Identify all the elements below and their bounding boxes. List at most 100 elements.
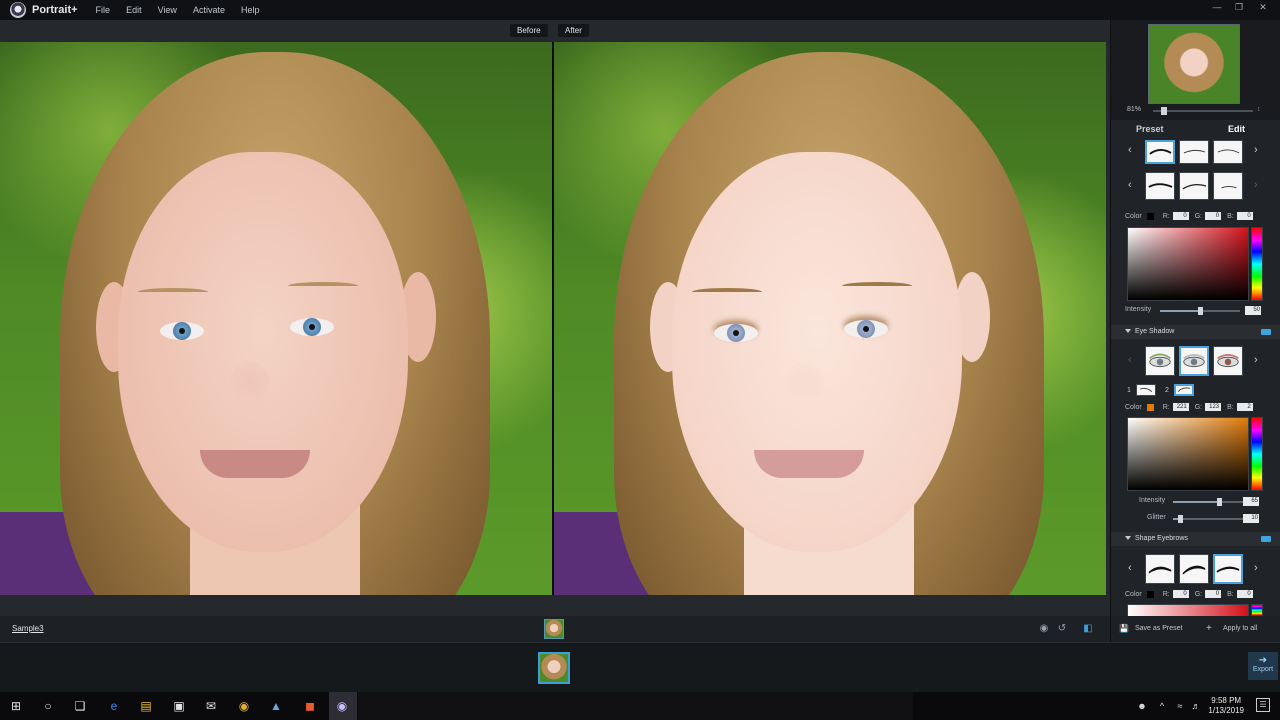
eye-shadow-color-chip[interactable] bbox=[1146, 403, 1154, 411]
eye-shadow-r-input[interactable]: 221 bbox=[1172, 403, 1189, 411]
search-icon[interactable]: ○ bbox=[40, 698, 56, 714]
save-as-preset-button[interactable]: Save as Preset bbox=[1135, 625, 1182, 632]
shape-eyebrows-color-picker[interactable] bbox=[1127, 604, 1249, 616]
eye-shadow-g-input[interactable]: 123 bbox=[1205, 403, 1222, 411]
shape-eyebrows-toggle[interactable] bbox=[1261, 536, 1271, 542]
shape-eyebrows-b-input[interactable]: 0 bbox=[1236, 590, 1253, 598]
wifi-icon[interactable]: ≈ bbox=[1172, 698, 1188, 714]
eye-shadow-intensity-slider[interactable] bbox=[1173, 498, 1243, 506]
eye-shadow-intensity-handle[interactable] bbox=[1216, 498, 1222, 506]
export-button[interactable]: ➜ Export bbox=[1248, 652, 1278, 680]
eye-shadow-intensity-row: Intensity 65 bbox=[1139, 497, 1259, 506]
chevron-left-icon[interactable]: ‹ bbox=[1128, 144, 1132, 156]
eye-shadow-preset-2[interactable] bbox=[1179, 346, 1209, 376]
edge-browser-icon[interactable]: e bbox=[106, 698, 122, 714]
apply-to-all-button[interactable]: Apply to all bbox=[1223, 625, 1257, 632]
eyebrow-preset-6[interactable] bbox=[1213, 172, 1243, 200]
eyebrow-preset-2[interactable] bbox=[1179, 140, 1209, 164]
eyebrow-b-input[interactable]: 0 bbox=[1236, 212, 1253, 220]
eye-shadow-preset-1[interactable] bbox=[1145, 346, 1175, 376]
glitter-value[interactable]: 10 bbox=[1243, 514, 1259, 523]
shape-eyebrow-preset-3[interactable] bbox=[1213, 554, 1243, 584]
restore-icon[interactable]: ❐ bbox=[1228, 0, 1250, 14]
eyebrow-intensity-slider[interactable] bbox=[1160, 307, 1240, 315]
eye-shadow-color-picker[interactable] bbox=[1127, 417, 1249, 491]
store-icon[interactable]: ▣ bbox=[171, 698, 187, 714]
current-thumbnail[interactable] bbox=[544, 619, 564, 639]
eyebrow-g-input[interactable]: 0 bbox=[1205, 212, 1222, 220]
task-view-icon[interactable]: ❏ bbox=[72, 698, 88, 714]
eye-shadow-layer-2[interactable] bbox=[1174, 384, 1194, 396]
eye-shadow-intensity-value[interactable]: 65 bbox=[1243, 497, 1259, 506]
zoom-slider[interactable] bbox=[1153, 107, 1253, 115]
eye-shadow-hue-slider[interactable] bbox=[1251, 417, 1263, 491]
app-icon[interactable]: ▲ bbox=[268, 698, 284, 714]
eyebrow-hue-slider[interactable] bbox=[1251, 227, 1263, 301]
filmstrip-thumbnail[interactable] bbox=[538, 652, 570, 684]
before-label[interactable]: Before bbox=[510, 24, 548, 37]
tray-expand-icon[interactable]: ^ bbox=[1154, 698, 1170, 714]
shape-eyebrow-preset-1[interactable] bbox=[1145, 554, 1175, 584]
sample-name-link[interactable]: Sample3 bbox=[12, 624, 44, 633]
notification-icon[interactable]: ☰ bbox=[1256, 698, 1270, 712]
eye-shadow-b-input[interactable]: 2 bbox=[1236, 403, 1253, 411]
chevron-left-icon[interactable]: ‹ bbox=[1128, 562, 1132, 574]
tab-preset[interactable]: Preset bbox=[1136, 124, 1164, 134]
chevron-right-icon[interactable]: › bbox=[1254, 179, 1258, 191]
image-workspace[interactable]: Before After bbox=[0, 20, 1110, 616]
volume-icon[interactable]: ♬ bbox=[1188, 698, 1204, 714]
after-label[interactable]: After bbox=[558, 24, 589, 37]
eyebrow-preset-4[interactable] bbox=[1145, 172, 1175, 200]
menu-file[interactable]: File bbox=[96, 5, 111, 15]
file-explorer-icon[interactable]: ▤ bbox=[138, 698, 154, 714]
shape-eyebrow-preset-2[interactable] bbox=[1179, 554, 1209, 584]
eyebrow-color-chip[interactable] bbox=[1146, 212, 1154, 220]
chevron-left-icon[interactable]: ‹ bbox=[1128, 179, 1132, 191]
eyebrow-preset-3[interactable] bbox=[1213, 140, 1243, 164]
minimize-icon[interactable]: — bbox=[1206, 0, 1228, 14]
menu-edit[interactable]: Edit bbox=[126, 5, 142, 15]
menu-activate[interactable]: Activate bbox=[193, 5, 225, 15]
zoom-fit-icon[interactable]: ↕ bbox=[1257, 106, 1261, 113]
eyebrow-intensity-handle[interactable] bbox=[1198, 307, 1203, 315]
undo-icon[interactable]: ↺ bbox=[1055, 622, 1069, 636]
close-icon[interactable]: ✕ bbox=[1252, 0, 1274, 14]
eyebrow-r-input[interactable]: 0 bbox=[1172, 212, 1189, 220]
eyebrow-preset-5[interactable] bbox=[1179, 172, 1209, 200]
eye-shadow-toggle[interactable] bbox=[1261, 329, 1271, 335]
eyebrow-intensity-value[interactable]: 50 bbox=[1245, 306, 1261, 315]
glitter-handle[interactable] bbox=[1178, 515, 1183, 523]
eye-shadow-header[interactable]: Eye Shadow bbox=[1111, 325, 1280, 339]
mail-icon[interactable]: ✉ bbox=[203, 698, 219, 714]
navigator-thumbnail[interactable] bbox=[1148, 24, 1240, 104]
chrome-icon[interactable]: ◉ bbox=[236, 698, 252, 714]
shape-eyebrows-hue-slider[interactable] bbox=[1251, 604, 1263, 616]
split-view-icon[interactable]: ◧ bbox=[1081, 622, 1095, 636]
menu-view[interactable]: View bbox=[158, 5, 177, 15]
menu-help[interactable]: Help bbox=[241, 5, 260, 15]
chevron-left-icon[interactable]: ‹ bbox=[1128, 354, 1132, 366]
chevron-right-icon[interactable]: › bbox=[1254, 562, 1258, 574]
people-icon[interactable]: ☻ bbox=[1134, 698, 1150, 714]
eye-shadow-layer-1[interactable] bbox=[1136, 384, 1156, 396]
zoom-handle[interactable] bbox=[1161, 107, 1168, 115]
after-photo[interactable] bbox=[554, 42, 1106, 595]
eyebrow-color-picker[interactable] bbox=[1127, 227, 1249, 301]
collapse-icon bbox=[1125, 329, 1131, 334]
tab-edit[interactable]: Edit bbox=[1228, 124, 1245, 134]
taskbar-clock[interactable]: 9:58 PM 1/13/2019 bbox=[1208, 696, 1244, 716]
shape-eyebrows-g-input[interactable]: 0 bbox=[1205, 590, 1222, 598]
compare-icon[interactable]: ◉ bbox=[1037, 622, 1051, 636]
chevron-right-icon[interactable]: › bbox=[1254, 144, 1258, 156]
chevron-right-icon[interactable]: › bbox=[1254, 354, 1258, 366]
before-photo[interactable] bbox=[0, 42, 552, 595]
eye-shadow-preset-3[interactable] bbox=[1213, 346, 1243, 376]
shape-eyebrows-header[interactable]: Shape Eyebrows bbox=[1111, 532, 1280, 546]
editor-app-icon[interactable]: ◼ bbox=[302, 698, 318, 714]
glitter-slider[interactable] bbox=[1173, 515, 1243, 523]
portrait-plus-taskbar-icon[interactable]: ◉ bbox=[334, 698, 350, 714]
eyebrow-preset-1[interactable] bbox=[1145, 140, 1175, 164]
shape-eyebrows-color-chip[interactable] bbox=[1146, 590, 1154, 598]
shape-eyebrows-r-input[interactable]: 0 bbox=[1172, 590, 1189, 598]
windows-start-icon[interactable]: ⊞ bbox=[8, 698, 24, 714]
